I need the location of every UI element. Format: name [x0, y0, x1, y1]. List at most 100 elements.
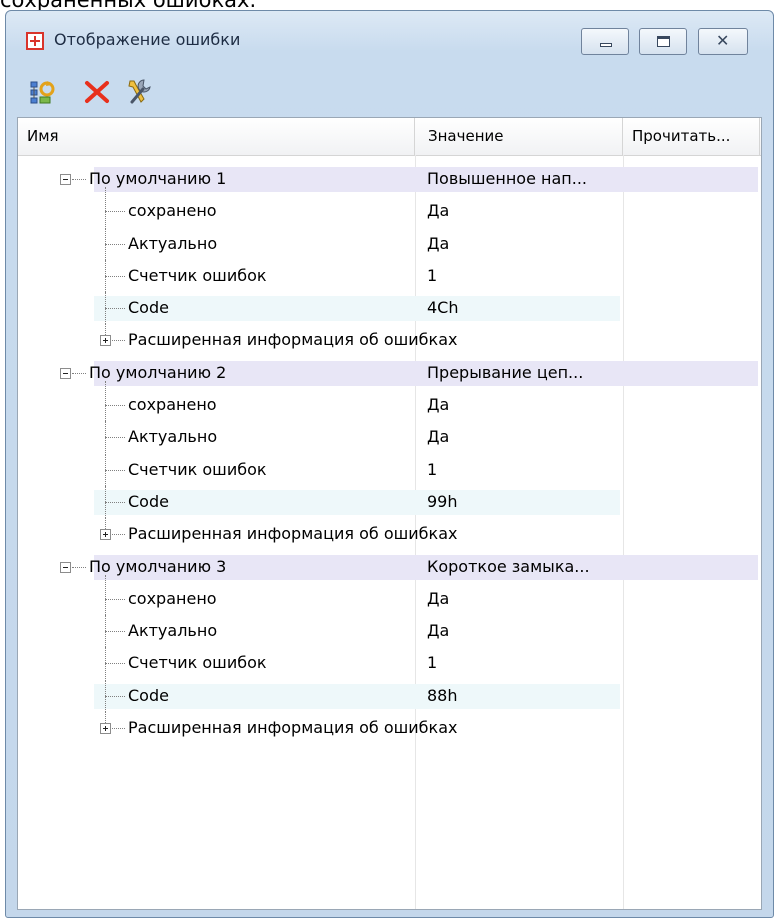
row-value: Повышенное нап...: [427, 169, 587, 188]
row-value: Прерывание цеп...: [427, 362, 584, 382]
row-name: Актуально: [128, 427, 218, 447]
tree-connector: [105, 381, 106, 422]
row-value: 99h: [427, 491, 458, 511]
tree-connector: [105, 598, 125, 600]
minimize-icon: [600, 43, 612, 47]
row-name: По умолчанию 3: [89, 556, 227, 576]
column-header: Имя Значение Прочитать...: [18, 118, 761, 156]
expand-icon[interactable]: [100, 335, 111, 347]
column-header-value[interactable]: Значение: [415, 118, 623, 155]
tree-connector: [72, 566, 86, 568]
tree-row-group[interactable]: По умолчанию 2 Прерывание цеп...: [18, 357, 761, 389]
tree-connector: [105, 663, 125, 665]
tools-icon: [128, 79, 151, 104]
tree-connector: [105, 211, 125, 213]
row-value: 4Ch: [427, 298, 459, 318]
tree-connector: [105, 308, 125, 310]
minimize-button[interactable]: [581, 28, 629, 55]
toolbar: [6, 69, 773, 113]
error-display-window: Отображение ошибки ✕ Имя Значение Прочит…: [5, 10, 774, 918]
row-name: Счетчик ошибок: [128, 459, 267, 479]
tree-row[interactable]: сохранено Да: [18, 381, 761, 422]
tree-connector: [105, 574, 106, 615]
tree-row[interactable]: Актуально Да: [18, 227, 761, 260]
tree-row[interactable]: Code 88h: [18, 679, 761, 712]
tree-connector: [105, 518, 106, 530]
row-name: сохранено: [128, 395, 217, 415]
tree-refresh-button[interactable]: [28, 77, 58, 107]
app-icon: [26, 32, 44, 50]
tree-connector: [105, 631, 125, 633]
tree-row-extended[interactable]: Расширенная информация об ошибках: [18, 324, 761, 356]
row-value: Да: [427, 588, 450, 608]
tree-connector: [105, 243, 125, 245]
tree-row-group[interactable]: По умолчанию 3 Короткое замыка...: [18, 551, 761, 583]
tree-row-extended[interactable]: Расширенная информация об ошибках: [18, 712, 761, 744]
tree-row[interactable]: Code 99h: [18, 485, 761, 518]
tree-rows: По умолчанию 1 Повышенное нап... сохране…: [18, 163, 761, 744]
tree-connector: [105, 695, 125, 697]
tree-row[interactable]: Code 4Ch: [18, 292, 761, 325]
row-value: 1: [427, 459, 438, 479]
collapse-icon[interactable]: [60, 367, 71, 379]
expand-icon[interactable]: [100, 723, 111, 735]
row-name: Актуально: [128, 233, 218, 253]
tree-connector: [105, 405, 125, 407]
tree-connector: [112, 340, 125, 342]
title-bar[interactable]: Отображение ошибки ✕: [6, 11, 773, 67]
row-name: Code: [128, 685, 169, 705]
tree-row[interactable]: сохранено Да: [18, 574, 761, 615]
tree-connector: [72, 179, 86, 180]
close-icon: ✕: [716, 31, 730, 50]
close-button[interactable]: ✕: [698, 28, 748, 55]
tree-connector: [105, 324, 106, 336]
tree-row[interactable]: Счетчик ошибок 1: [18, 259, 761, 292]
row-value: 1: [427, 653, 438, 673]
row-name: Расширенная информация об ошибках: [128, 524, 458, 544]
row-value: Да: [427, 201, 450, 221]
row-name: Code: [128, 491, 169, 511]
row-value: 88h: [427, 685, 458, 705]
tree-connector: [105, 469, 125, 471]
collapse-icon[interactable]: [60, 174, 71, 185]
tree-connector: [105, 437, 125, 439]
window-title: Отображение ошибки: [54, 30, 241, 49]
expand-icon[interactable]: [100, 529, 111, 541]
tree-connector: [105, 712, 106, 724]
tree-row[interactable]: Счетчик ошибок 1: [18, 647, 761, 680]
row-name: По умолчанию 1: [89, 169, 227, 188]
column-header-read[interactable]: Прочитать...: [623, 118, 760, 155]
row-value: Да: [427, 395, 450, 415]
row-name: сохранено: [128, 588, 217, 608]
maximize-icon: [657, 36, 670, 47]
tree-row[interactable]: Актуально Да: [18, 615, 761, 648]
tree-row[interactable]: Счетчик ошибок 1: [18, 453, 761, 486]
row-name: Code: [128, 298, 169, 318]
collapse-icon[interactable]: [60, 561, 71, 573]
row-name: Счетчик ошибок: [128, 653, 267, 673]
tree-row[interactable]: сохранено Да: [18, 187, 761, 228]
error-tree-view[interactable]: Имя Значение Прочитать... По умолчанию 1…: [17, 117, 762, 910]
delete-button[interactable]: [82, 77, 112, 107]
tools-button[interactable]: [124, 77, 154, 107]
row-name: сохранено: [128, 201, 217, 221]
row-value: Да: [427, 233, 450, 253]
row-value: Да: [427, 427, 450, 447]
row-value: 1: [427, 265, 438, 285]
tree-connector: [72, 372, 86, 374]
row-value: Короткое замыка...: [427, 556, 590, 576]
tree-row-group[interactable]: По умолчанию 1 Повышенное нап...: [18, 163, 761, 195]
tree-connector: [105, 187, 106, 228]
row-name: Актуально: [128, 621, 218, 641]
row-name: Расширенная информация об ошибках: [128, 718, 458, 738]
tree-refresh-icon: [30, 81, 55, 104]
tree-connector: [105, 275, 125, 277]
tree-row[interactable]: Актуально Да: [18, 421, 761, 454]
column-header-name[interactable]: Имя: [18, 118, 415, 155]
row-name: По умолчанию 2: [89, 362, 227, 382]
row-value: Да: [427, 621, 450, 641]
tree-connector: [112, 728, 125, 730]
tree-row-extended[interactable]: Расширенная информация об ошибках: [18, 518, 761, 550]
maximize-button[interactable]: [639, 28, 687, 55]
row-name: Расширенная информация об ошибках: [128, 330, 458, 350]
